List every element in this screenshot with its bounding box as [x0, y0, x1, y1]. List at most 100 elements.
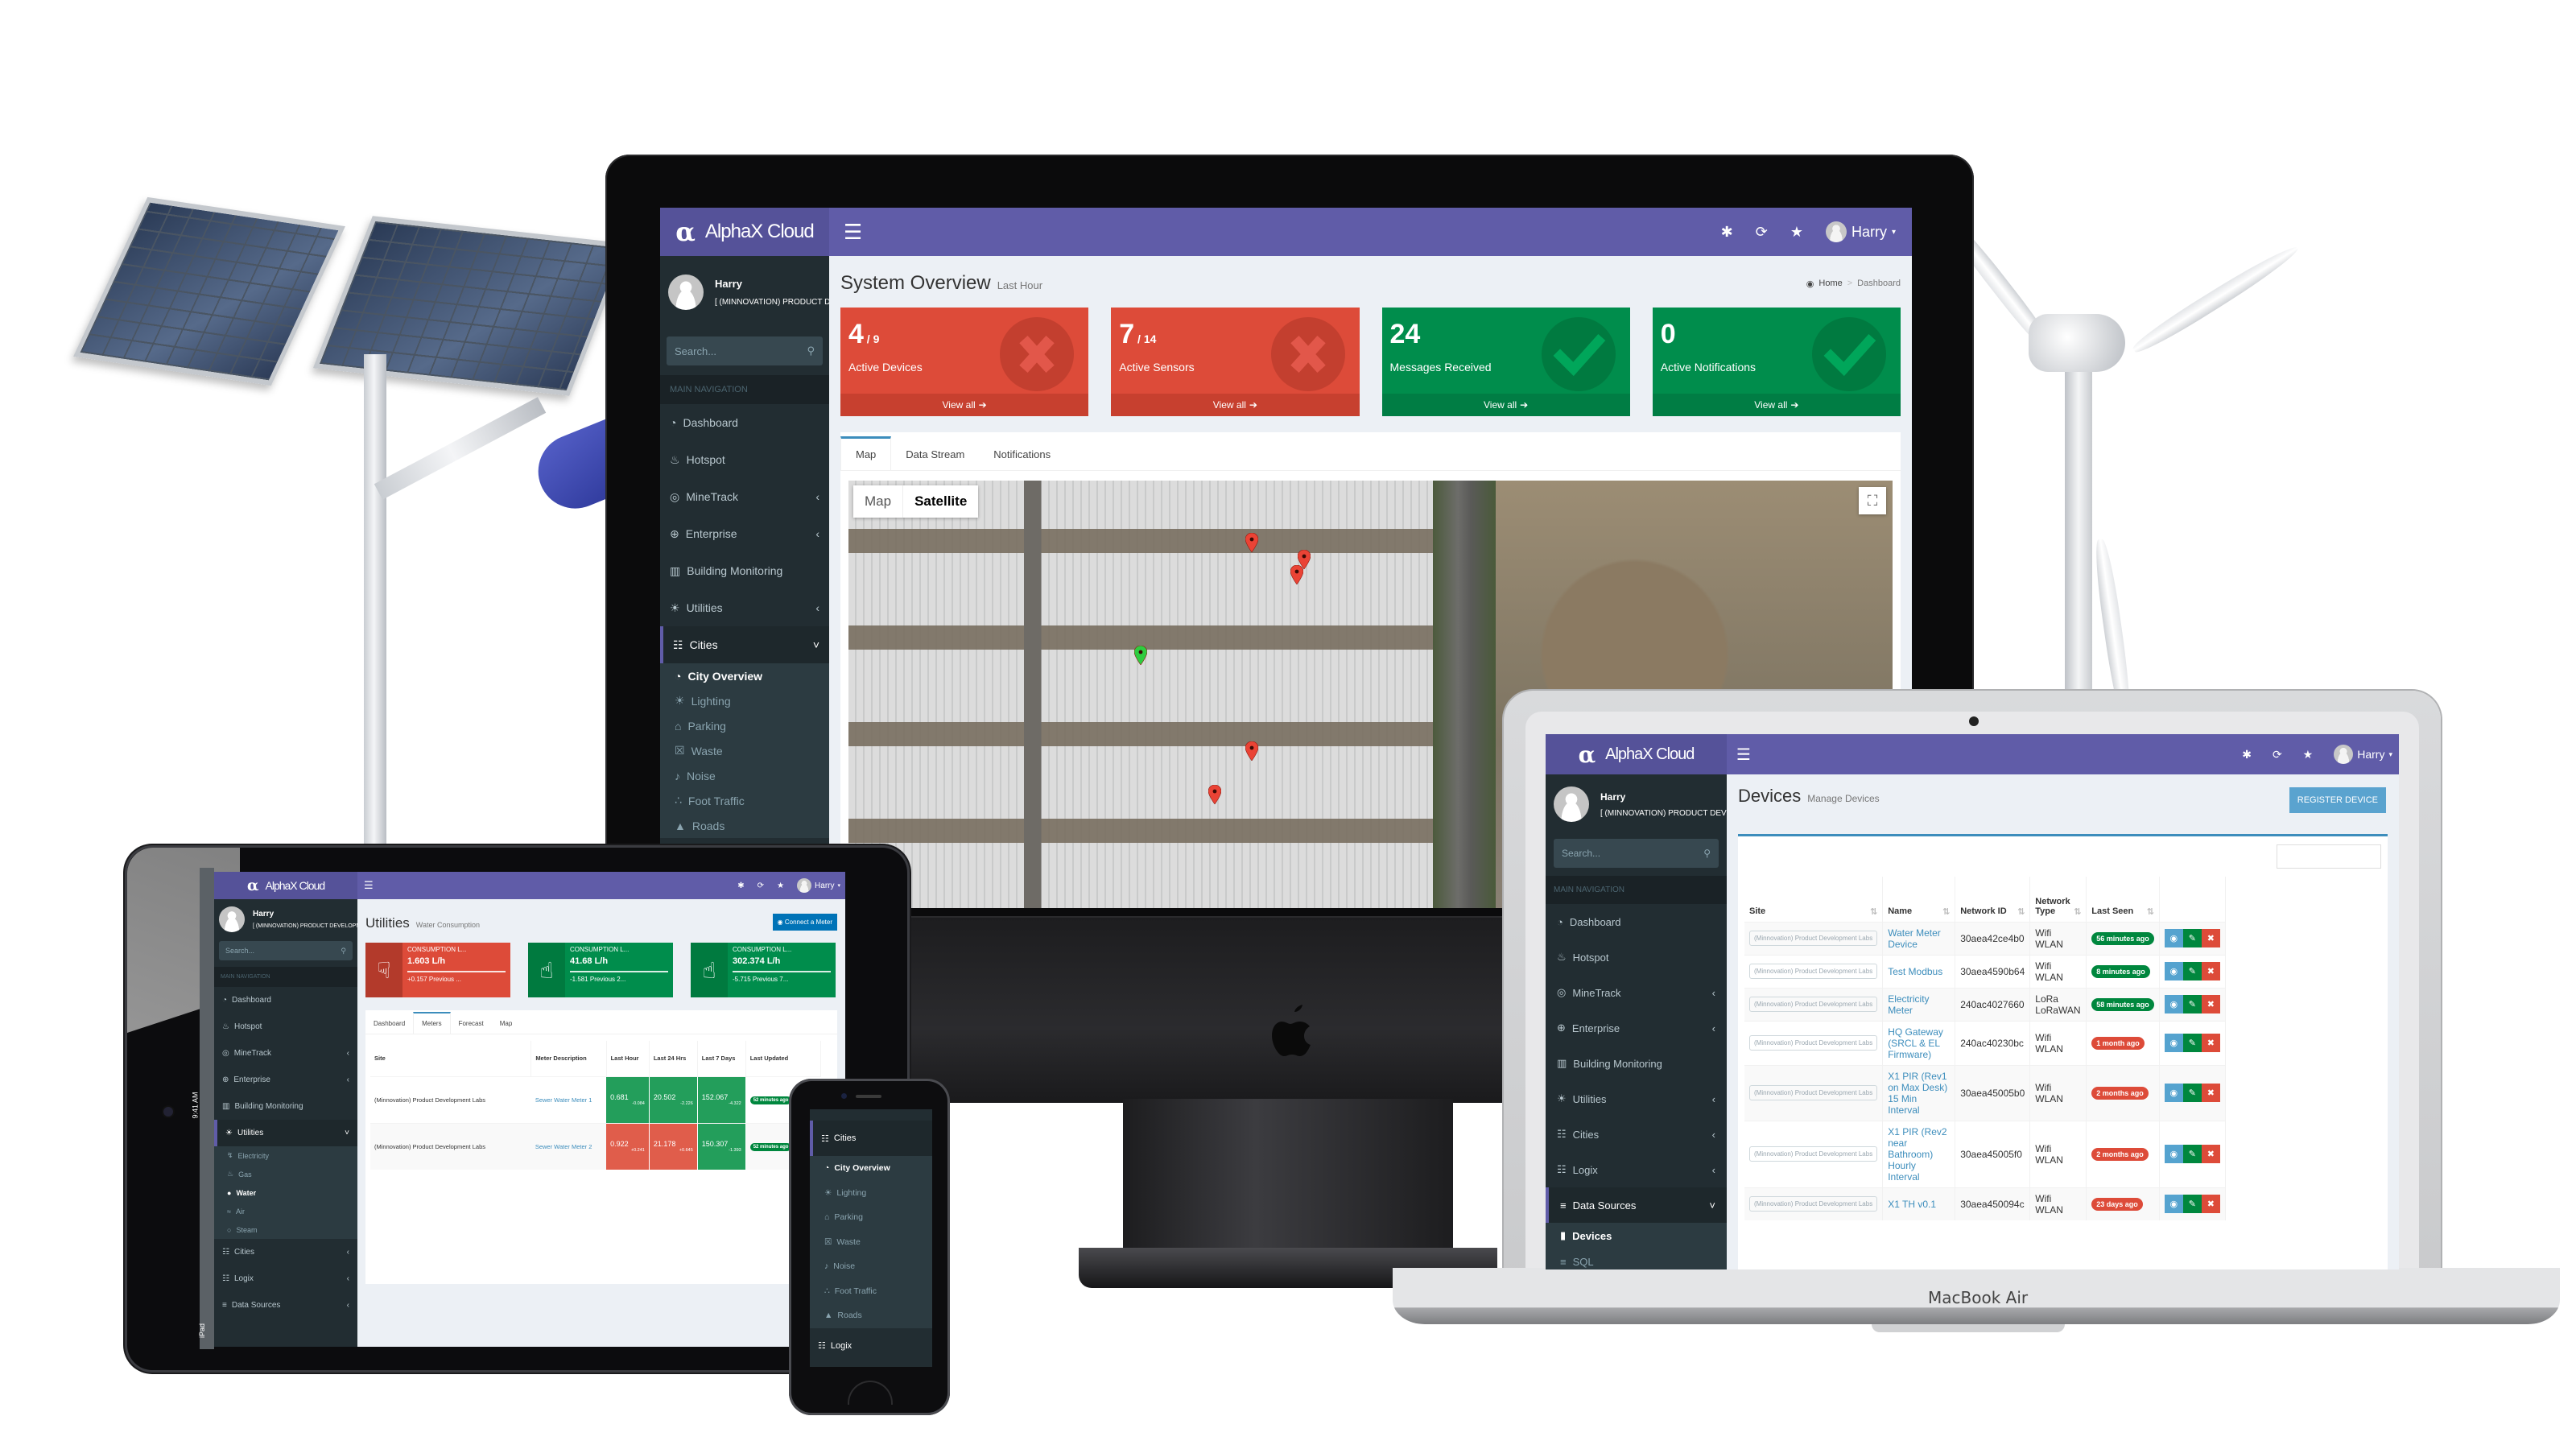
- sort-icon[interactable]: ⇅: [2074, 906, 2081, 917]
- sidebar-item-building-monitoring[interactable]: ▥ Building Monitoring: [660, 552, 829, 589]
- user-menu[interactable]: Harry ▾: [797, 878, 840, 893]
- meter-link[interactable]: Sewer Water Meter 2: [535, 1143, 592, 1150]
- delete-button[interactable]: ✖: [2201, 995, 2220, 1013]
- view-button[interactable]: ◉: [2164, 995, 2183, 1013]
- sidebar-item-noise[interactable]: ♪ Noise: [810, 1254, 932, 1279]
- sidebar-item-lighting[interactable]: ☀ Lighting: [810, 1181, 932, 1206]
- sidebar-item-building-monitoring[interactable]: ▥ Building Monitoring: [214, 1093, 357, 1120]
- connect-meter-button[interactable]: ◉ Connect a Meter: [772, 914, 837, 931]
- refresh-icon[interactable]: ⟳: [2273, 748, 2282, 762]
- sidebar-item-parking[interactable]: ⌂ Parking: [810, 1205, 932, 1230]
- map-type-satellite-button[interactable]: Satellite: [902, 485, 978, 518]
- edit-button[interactable]: ✎: [2182, 929, 2202, 947]
- sidebar-search-input[interactable]: Search... ⚲: [219, 941, 353, 960]
- view-button[interactable]: ◉: [2164, 1084, 2183, 1102]
- tab-map[interactable]: Map: [492, 1020, 521, 1034]
- sidebar-item-building-monitoring[interactable]: ▥ Building Monitoring: [1546, 1046, 1727, 1081]
- edit-button[interactable]: ✎: [2182, 962, 2202, 980]
- sort-icon[interactable]: ⇅: [1942, 906, 1950, 917]
- sidebar-item-minetrack[interactable]: ◎ MineTrack ‹: [1546, 975, 1727, 1010]
- sidebar-item-enterprise[interactable]: ⊕ Enterprise ‹: [660, 515, 829, 552]
- view-all-link[interactable]: View all ➔: [1381, 394, 1630, 416]
- device-link[interactable]: Water Meter Device: [1888, 927, 1941, 950]
- sidebar-item-waste[interactable]: ☒ Waste: [810, 1230, 932, 1255]
- sidebar-item-utilities[interactable]: ☀ Utilities ‹: [660, 589, 829, 626]
- device-link[interactable]: HQ Gateway (SRCL & EL Firmware): [1888, 1026, 1943, 1060]
- refresh-icon[interactable]: ⟳: [1756, 224, 1768, 241]
- sort-icon[interactable]: ⇅: [2147, 906, 2154, 917]
- view-button[interactable]: ◉: [2164, 1195, 2183, 1213]
- sidebar-item-city-overview[interactable]: ◔ City Overview: [660, 663, 829, 688]
- edit-button[interactable]: ✎: [2182, 1145, 2202, 1163]
- column-header-last-hour[interactable]: Last Hour: [606, 1041, 650, 1076]
- sidebar-item-electricity[interactable]: ↯ Electricity: [214, 1146, 357, 1165]
- sidebar-item-noise[interactable]: ♪ Noise: [660, 763, 829, 788]
- column-header-site[interactable]: Site ⇅: [1744, 877, 1884, 922]
- tab-notifications[interactable]: Notifications: [979, 448, 1065, 470]
- delete-button[interactable]: ✖: [2201, 1084, 2220, 1102]
- map-marker-red[interactable]: [1208, 784, 1222, 805]
- sidebar-item-minetrack[interactable]: ◎ MineTrack ‹: [660, 478, 829, 515]
- brand-logo[interactable]: α AlphaX Cloud: [660, 208, 829, 256]
- column-header-name[interactable]: Name ⇅: [1882, 877, 1956, 922]
- sidebar-item-air[interactable]: ≈ Air: [214, 1202, 357, 1220]
- view-button[interactable]: ◉: [2164, 1034, 2183, 1052]
- device-link[interactable]: Electricity Meter: [1888, 993, 1929, 1016]
- view-all-link[interactable]: View all ➔: [1111, 394, 1360, 416]
- sidebar-item-devices[interactable]: ▮ Devices: [1546, 1223, 1727, 1249]
- device-link[interactable]: Test Modbus: [1888, 966, 1942, 977]
- delete-button[interactable]: ✖: [2201, 1195, 2220, 1213]
- sidebar-item-cities[interactable]: ☷ Cities: [810, 1121, 932, 1156]
- view-all-link[interactable]: View all ➔: [1652, 394, 1901, 416]
- sidebar-item-roads[interactable]: ▲ Roads: [810, 1303, 932, 1328]
- star-icon[interactable]: ★: [777, 881, 784, 890]
- sidebar-item-data-sources[interactable]: ≡ Data Sources ˅: [1546, 1187, 1727, 1223]
- column-header-last-7-days[interactable]: Last 7 Days: [697, 1041, 746, 1076]
- search-icon[interactable]: ⚲: [1703, 848, 1711, 859]
- bug-icon[interactable]: ✱: [1721, 224, 1733, 241]
- sort-icon[interactable]: ⇅: [2017, 906, 2025, 917]
- edit-button[interactable]: ✎: [2182, 995, 2202, 1013]
- sidebar-item-hotspot[interactable]: ♨ Hotspot: [214, 1013, 357, 1040]
- sidebar-item-data-sources[interactable]: ≡ Data Sources ‹: [214, 1292, 357, 1319]
- sidebar-item-utilities[interactable]: ☀ Utilities ˅: [214, 1120, 357, 1146]
- sidebar-item-dashboard[interactable]: ◔ Dashboard: [214, 987, 357, 1013]
- sidebar-item-roads[interactable]: ▲ Roads: [660, 813, 829, 838]
- sidebar-item-cities[interactable]: ☷ Cities ˅: [660, 626, 829, 663]
- sidebar-search-input[interactable]: Search... ⚲: [1554, 839, 1719, 868]
- sidebar-item-steam[interactable]: ○ Steam: [214, 1220, 357, 1239]
- star-icon[interactable]: ★: [2303, 748, 2314, 762]
- sidebar-item-waste[interactable]: ☒ Waste: [660, 738, 829, 763]
- bug-icon[interactable]: ✱: [737, 881, 744, 890]
- user-menu[interactable]: Harry ▾: [2334, 745, 2392, 764]
- column-header-last-updated[interactable]: Last Updated: [745, 1041, 822, 1076]
- table-search-input[interactable]: [2277, 844, 2381, 869]
- sidebar-item-city-overview[interactable]: ◔ City Overview: [810, 1156, 932, 1181]
- edit-button[interactable]: ✎: [2182, 1195, 2202, 1213]
- sidebar-toggle-icon[interactable]: ☰: [357, 879, 374, 892]
- map-marker-red[interactable]: [1290, 564, 1303, 585]
- device-link[interactable]: X1 PIR (Rev2 near Bathroom) Hourly Inter…: [1888, 1126, 1946, 1183]
- sidebar-item-hotspot[interactable]: ♨ Hotspot: [660, 441, 829, 478]
- column-header-last-24-hrs[interactable]: Last 24 Hrs: [649, 1041, 698, 1076]
- sidebar-item-sql[interactable]: ≡ SQL: [1546, 1249, 1727, 1269]
- edit-button[interactable]: ✎: [2182, 1084, 2202, 1102]
- star-icon[interactable]: ★: [1790, 224, 1803, 241]
- sidebar-item-water[interactable]: ● Water: [214, 1183, 357, 1202]
- map-type-map-button[interactable]: Map: [853, 485, 902, 518]
- tab-dashboard[interactable]: Dashboard: [365, 1020, 413, 1034]
- fullscreen-icon[interactable]: ⛶: [1859, 487, 1886, 514]
- sidebar-item-foot-traffic[interactable]: ∴ Foot Traffic: [810, 1279, 932, 1304]
- sidebar-item-dashboard[interactable]: ◔ Dashboard: [1546, 904, 1727, 939]
- edit-button[interactable]: ✎: [2182, 1034, 2202, 1052]
- meter-link[interactable]: Sewer Water Meter 1: [535, 1096, 592, 1104]
- column-header-last-seen[interactable]: Last Seen ⇅: [2086, 877, 2160, 922]
- sidebar-item-logix[interactable]: ☷ Logix ‹: [1546, 1152, 1727, 1187]
- sidebar-item-lighting[interactable]: ☀ Lighting: [660, 688, 829, 713]
- sidebar-item-gas[interactable]: ♨ Gas: [214, 1165, 357, 1183]
- sidebar-toggle-icon[interactable]: ☰: [1727, 745, 1751, 765]
- delete-button[interactable]: ✖: [2201, 929, 2220, 947]
- sidebar-search-input[interactable]: Search... ⚲: [667, 336, 823, 365]
- sidebar-item-minetrack[interactable]: ◎ MineTrack ‹: [214, 1040, 357, 1067]
- sidebar-item-parking[interactable]: ⌂ Parking: [660, 713, 829, 738]
